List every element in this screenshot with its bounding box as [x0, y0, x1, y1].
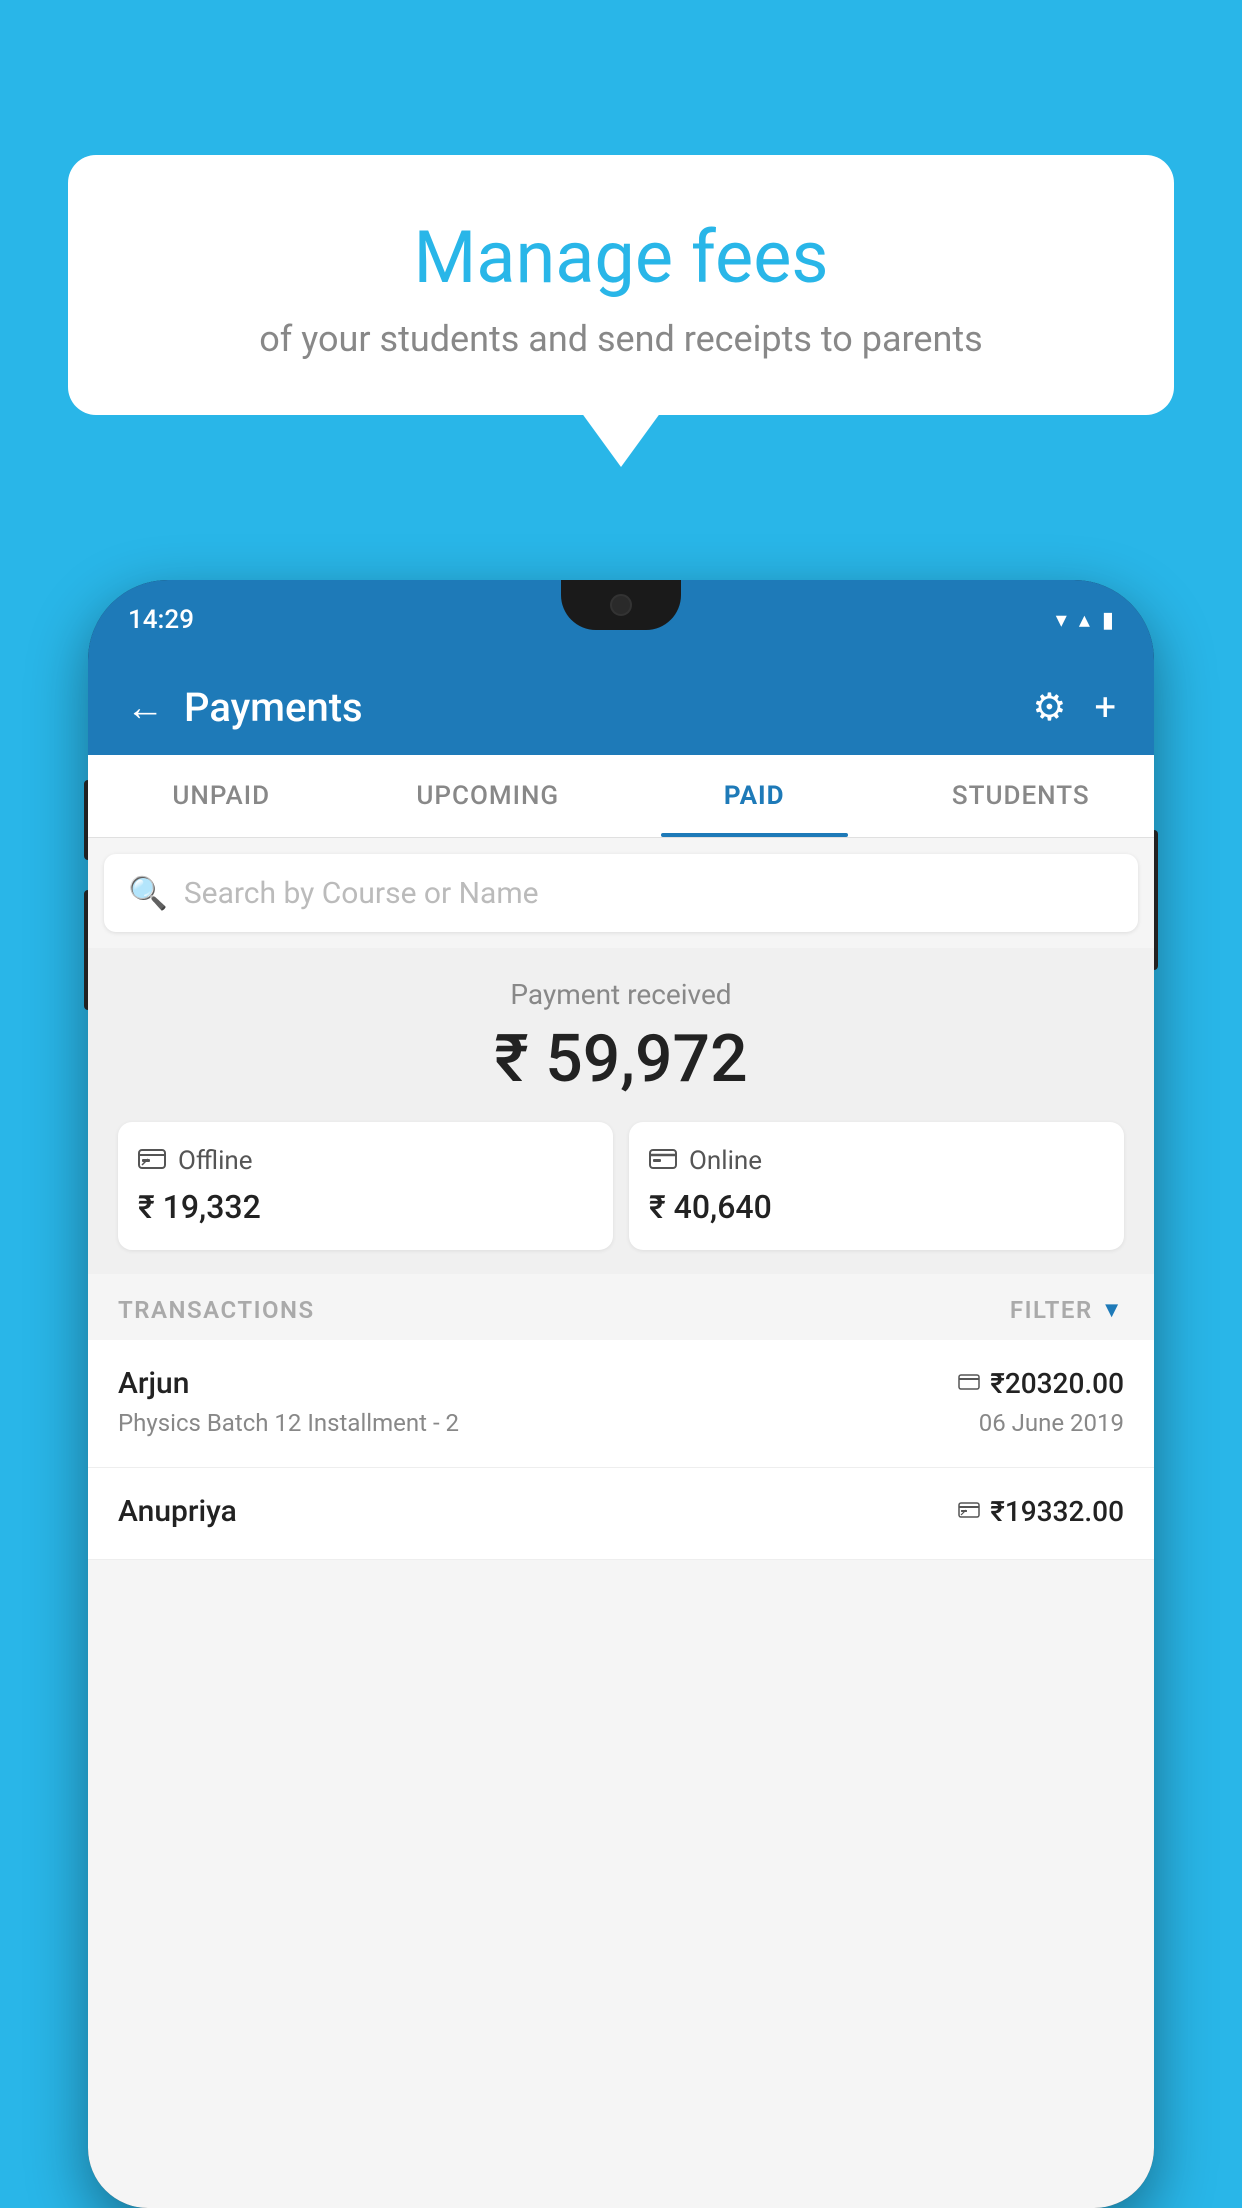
settings-icon[interactable]: ⚙: [1032, 685, 1066, 730]
online-amount: ₹ 40,640: [649, 1188, 1104, 1226]
search-input[interactable]: Search by Course or Name: [184, 876, 539, 911]
camera: [610, 594, 632, 616]
transaction-detail-1: Physics Batch 12 Installment - 2: [118, 1409, 459, 1437]
offline-icon: [138, 1146, 166, 1176]
offline-card: Offline ₹ 19,332: [118, 1122, 613, 1250]
offline-payment-icon: [958, 1499, 980, 1524]
status-bar: 14:29 ▾ ▴ ▮: [88, 580, 1154, 660]
filter-label: FILTER: [1010, 1296, 1093, 1324]
payment-total-amount: ₹ 59,972: [118, 1021, 1124, 1098]
status-time: 14:29: [128, 605, 194, 635]
tab-students[interactable]: STUDENTS: [888, 755, 1155, 837]
tab-upcoming[interactable]: UPCOMING: [355, 755, 622, 837]
phone-frame: 14:29 ▾ ▴ ▮ ← Payments ⚙ + UNPAID UPCOMI…: [88, 580, 1154, 2208]
bubble-subtitle: of your students and send receipts to pa…: [118, 318, 1124, 360]
bubble-title: Manage fees: [118, 215, 1124, 300]
transaction-name-1: Arjun: [118, 1366, 189, 1401]
online-card-header: Online: [649, 1146, 1104, 1176]
transaction-row-1: Arjun ₹20320.00: [118, 1366, 1124, 1401]
search-icon: 🔍: [128, 874, 168, 912]
phone-screen: UNPAID UPCOMING PAID STUDENTS 🔍 Search b…: [88, 755, 1154, 2208]
offline-amount: ₹ 19,332: [138, 1188, 593, 1226]
header-right: ⚙ +: [1032, 685, 1116, 730]
add-icon[interactable]: +: [1094, 686, 1116, 730]
transactions-label: TRANSACTIONS: [118, 1296, 315, 1324]
battery-icon: ▮: [1102, 608, 1114, 633]
filter-icon: ▼: [1101, 1297, 1124, 1323]
transaction-detail-row-1: Physics Batch 12 Installment - 2 06 June…: [118, 1409, 1124, 1437]
transaction-row-2: Anupriya ₹19332.00: [118, 1494, 1124, 1529]
online-payment-icon: [958, 1371, 980, 1396]
tabs-bar: UNPAID UPCOMING PAID STUDENTS: [88, 755, 1154, 838]
transaction-item[interactable]: Arjun ₹20320.00 Physics Batch 12 Install…: [88, 1340, 1154, 1468]
transaction-amount-row-2: ₹19332.00: [958, 1495, 1124, 1528]
app-header: ← Payments ⚙ +: [88, 660, 1154, 755]
payment-received-label: Payment received: [118, 978, 1124, 1011]
transaction-date-1: 06 June 2019: [979, 1409, 1124, 1437]
offline-type: Offline: [178, 1146, 253, 1176]
status-icons: ▾ ▴ ▮: [1056, 608, 1114, 633]
transaction-amount-2: ₹19332.00: [990, 1495, 1124, 1528]
online-icon: [649, 1146, 677, 1176]
payment-cards: Offline ₹ 19,332 Online: [118, 1122, 1124, 1250]
header-left: ← Payments: [126, 684, 363, 731]
signal-icon: ▴: [1079, 608, 1090, 633]
wifi-icon: ▾: [1056, 608, 1067, 633]
transaction-amount-1: ₹20320.00: [990, 1367, 1124, 1400]
transaction-item-2[interactable]: Anupriya ₹19332.00: [88, 1468, 1154, 1560]
phone-notch: [561, 580, 681, 630]
offline-card-header: Offline: [138, 1146, 593, 1176]
transactions-header: TRANSACTIONS FILTER ▼: [88, 1274, 1154, 1340]
tab-unpaid[interactable]: UNPAID: [88, 755, 355, 837]
tab-paid[interactable]: PAID: [621, 755, 888, 837]
search-bar[interactable]: 🔍 Search by Course or Name: [104, 854, 1138, 932]
page-title: Payments: [184, 684, 363, 731]
back-button[interactable]: ←: [126, 686, 164, 730]
online-type: Online: [689, 1146, 762, 1176]
filter-button[interactable]: FILTER ▼: [1010, 1296, 1124, 1324]
speech-bubble: Manage fees of your students and send re…: [68, 155, 1174, 415]
transaction-name-2: Anupriya: [118, 1494, 237, 1529]
transaction-amount-row-1: ₹20320.00: [958, 1367, 1124, 1400]
online-card: Online ₹ 40,640: [629, 1122, 1124, 1250]
payment-summary: Payment received ₹ 59,972 Offli: [88, 948, 1154, 1274]
